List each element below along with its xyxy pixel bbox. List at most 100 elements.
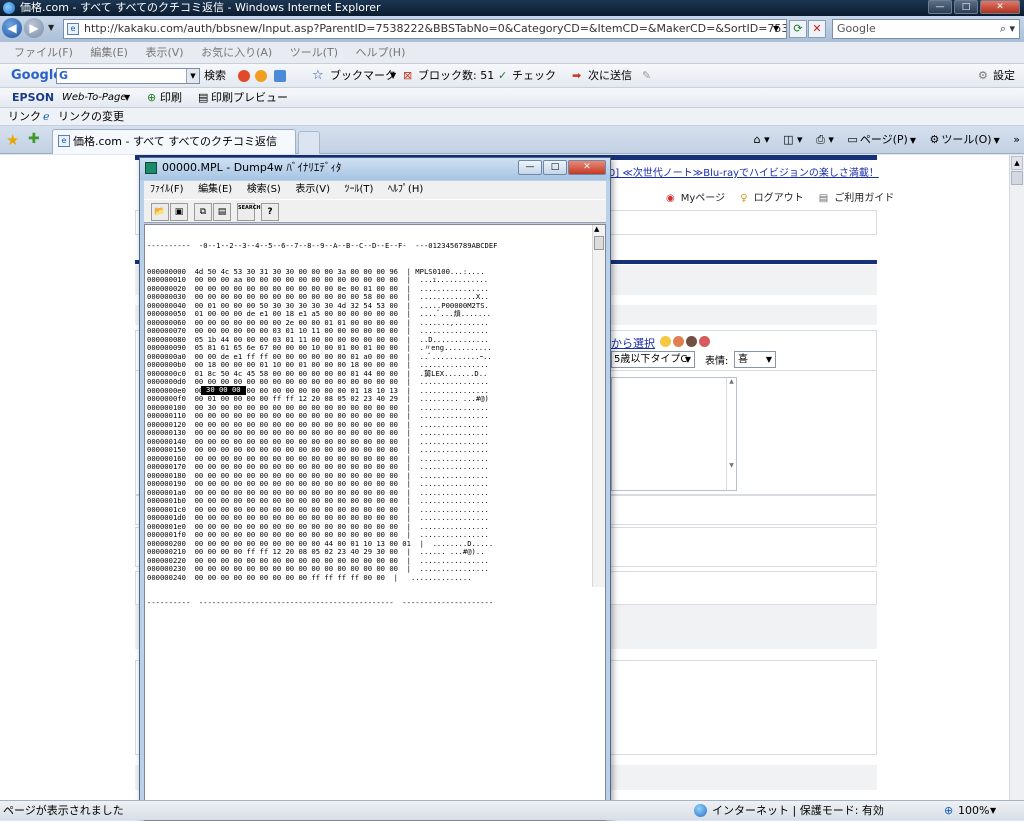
dump4w-minimize-button[interactable]: — bbox=[518, 160, 542, 175]
tools-menu-button[interactable]: ツール(O) bbox=[941, 130, 991, 150]
menu-favorites[interactable]: お気に入り(A) bbox=[201, 42, 272, 64]
dump-menu-view[interactable]: 表示(V) bbox=[295, 181, 330, 199]
dump4w-title-bar[interactable]: 00000.MPL - Dump4w ﾊﾞｲﾅﾘｴﾃﾞｨﾀ — □ ✕ bbox=[140, 158, 610, 180]
hex-scroll-thumb[interactable] bbox=[594, 236, 604, 250]
stop-button[interactable]: ✕ bbox=[808, 20, 826, 38]
expression-label: 表情: bbox=[705, 356, 729, 367]
send-to-button[interactable]: 次に送信 bbox=[588, 64, 632, 88]
guide-link[interactable]: ▤ ご利用ガイド bbox=[819, 193, 900, 204]
address-dropdown-icon[interactable]: ▼ bbox=[773, 24, 779, 33]
tools-menu-dropdown-icon[interactable]: ▼ bbox=[994, 131, 1000, 151]
body-textarea[interactable]: ▲ ▼ bbox=[611, 377, 737, 491]
search-icon[interactable]: ⌕ ▾ bbox=[1000, 20, 1015, 38]
change-link-button[interactable]: リンクの変更 bbox=[58, 108, 124, 126]
hex-editor-view[interactable]: ---------- -0--1--2--3--4--5--6--7--8--9… bbox=[144, 224, 606, 821]
bookmarks-dropdown-icon[interactable]: ▼ bbox=[390, 64, 396, 88]
search-button[interactable]: SEARCH bbox=[237, 203, 261, 221]
page-menu-button[interactable]: ページ(P) bbox=[860, 130, 908, 150]
page-menu-dropdown-icon[interactable]: ▼ bbox=[910, 131, 916, 151]
home-icon[interactable]: ⌂ ▾ bbox=[754, 130, 770, 150]
google-search-input[interactable]: G ▼ bbox=[56, 68, 200, 84]
address-bar[interactable]: e http://kakaku.com/auth/bbsnew/Input.as… bbox=[63, 19, 787, 39]
menu-tools[interactable]: ツール(T) bbox=[290, 42, 338, 64]
search-input[interactable]: Google ⌕ ▾ bbox=[832, 19, 1020, 39]
dump4w-toolbar: 📂 ▣ ⧉ ▤ SEARCH ? bbox=[144, 199, 606, 223]
menu-bar: ファイル(F) 編集(E) 表示(V) お気に入り(A) ツール(T) ヘルプ(… bbox=[0, 42, 1024, 64]
block-count[interactable]: ブロック数: 51 bbox=[418, 64, 494, 88]
security-zone[interactable]: インターネット | 保護モード: 有効 bbox=[712, 801, 884, 821]
page-menu-icon: ▭ bbox=[847, 133, 858, 146]
hex-scroll-up-icon[interactable]: ▲ bbox=[594, 225, 599, 233]
print-cmd-icon[interactable]: ⎙ ▾ bbox=[816, 130, 834, 150]
ie-close-button[interactable]: ✕ bbox=[980, 0, 1020, 14]
dump-menu-search[interactable]: 検索(S) bbox=[247, 181, 281, 199]
copy-icon[interactable]: ⧉ bbox=[194, 203, 212, 221]
web-to-page-dropdown-icon[interactable]: ▼ bbox=[124, 88, 130, 108]
google-search-button[interactable]: 検索 bbox=[204, 64, 226, 88]
hex-scrollbar[interactable]: ▲ bbox=[592, 225, 605, 587]
popup-blocker-icon[interactable] bbox=[255, 70, 267, 82]
pagerank-icon[interactable] bbox=[238, 70, 250, 82]
dump4w-close-button[interactable]: ✕ bbox=[568, 160, 606, 175]
print-preview-button[interactable]: 印刷プレビュー bbox=[211, 88, 288, 108]
scroll-thumb[interactable] bbox=[1011, 171, 1023, 185]
dump-menu-file[interactable]: ﾌｧｲﾙ(F) bbox=[150, 181, 184, 199]
tab-kakaku[interactable]: e 価格.com - すべて すべてのクチコミ返信 bbox=[52, 129, 296, 154]
avatar-face-3-icon[interactable] bbox=[686, 336, 697, 347]
help-icon[interactable]: ? bbox=[261, 203, 279, 221]
print-button[interactable]: 印刷 bbox=[160, 88, 182, 108]
web-to-page-button[interactable]: Web-To-Page bbox=[62, 88, 127, 108]
autofill-icon[interactable] bbox=[274, 70, 286, 82]
menu-file[interactable]: ファイル(F) bbox=[14, 42, 73, 64]
paste-icon[interactable]: ▤ bbox=[213, 203, 231, 221]
mypage-icon: ◉ bbox=[666, 193, 675, 204]
ie-maximize-button[interactable]: □ bbox=[954, 0, 978, 14]
menu-edit[interactable]: 編集(E) bbox=[90, 42, 128, 64]
feeds-icon[interactable]: ◫ ▾ bbox=[783, 130, 802, 150]
print-icon: ⊕ bbox=[147, 91, 157, 104]
menu-help[interactable]: ヘルプ(H) bbox=[356, 42, 406, 64]
hex-row[interactable]: 000000240 00 00 00 00 00 00 00 00 00 ff … bbox=[147, 573, 498, 583]
epson-logo: EPSON bbox=[12, 91, 55, 104]
link-page-icon: ℯ bbox=[43, 110, 50, 123]
overflow-icon[interactable]: » bbox=[1013, 130, 1020, 150]
mypage-link[interactable]: ◉ Myページ bbox=[666, 193, 731, 204]
page-favicon-icon: e bbox=[67, 23, 79, 35]
zoom-dropdown-icon[interactable]: ▼ bbox=[990, 801, 996, 821]
back-button[interactable]: ◀ bbox=[2, 18, 22, 38]
promo-link[interactable]: [0] ≪次世代ノート≫Blu-rayでハイビジョンの楽しさ満載！ bbox=[605, 164, 879, 179]
forward-button[interactable]: ▶ bbox=[24, 18, 44, 38]
favorites-star-icon[interactable]: ★ bbox=[6, 131, 19, 149]
bookmark-star-icon[interactable]: ☆ bbox=[312, 64, 324, 88]
dump-menu-edit[interactable]: 編集(E) bbox=[198, 181, 232, 199]
dump-menu-tools[interactable]: ﾂｰﾙ(T) bbox=[345, 181, 374, 199]
hex-selected-bytes: 30 00 00 bbox=[206, 385, 241, 394]
page-scrollbar[interactable]: ▲ bbox=[1009, 155, 1024, 800]
avatar-face-2-icon[interactable] bbox=[673, 336, 684, 347]
internet-zone-icon bbox=[694, 804, 707, 817]
recent-pages-dropdown-icon[interactable]: ▼ bbox=[48, 23, 54, 32]
choose-avatar-link[interactable]: から選択 bbox=[611, 335, 655, 351]
avatar-face-1-icon[interactable] bbox=[660, 336, 671, 347]
expression-select[interactable]: 喜 ▼ bbox=[734, 351, 776, 368]
new-tab-button[interactable] bbox=[298, 131, 320, 154]
avatar-face-4-icon[interactable] bbox=[699, 336, 710, 347]
avatar-type-select[interactable]: 5歳以下タイプC ▼ bbox=[611, 351, 695, 368]
refresh-button[interactable]: ⟳ bbox=[789, 20, 807, 38]
highlight-icon[interactable]: ✎ bbox=[642, 64, 651, 88]
check-button[interactable]: チェック bbox=[512, 64, 556, 88]
dump4w-maximize-button[interactable]: □ bbox=[543, 160, 567, 175]
zoom-level[interactable]: 100% bbox=[958, 801, 989, 821]
ie-minimize-button[interactable]: — bbox=[928, 0, 952, 14]
google-dropdown-icon[interactable]: ▼ bbox=[186, 69, 199, 83]
settings-button[interactable]: 設定 bbox=[993, 64, 1015, 88]
bookmarks-button[interactable]: ブックマーク bbox=[330, 64, 396, 88]
scroll-up-icon[interactable]: ▲ bbox=[1011, 156, 1023, 170]
save-icon[interactable]: ▣ bbox=[170, 203, 188, 221]
logout-link[interactable]: ♀ ログアウト bbox=[740, 193, 809, 204]
dump-menu-help[interactable]: ﾍﾙﾌﾟ(H) bbox=[388, 181, 423, 199]
open-folder-icon[interactable]: 📂 bbox=[151, 203, 169, 221]
textarea-scrollbar[interactable]: ▲ ▼ bbox=[726, 378, 736, 490]
add-favorites-icon[interactable]: ✚ bbox=[28, 131, 40, 147]
menu-view[interactable]: 表示(V) bbox=[145, 42, 183, 64]
